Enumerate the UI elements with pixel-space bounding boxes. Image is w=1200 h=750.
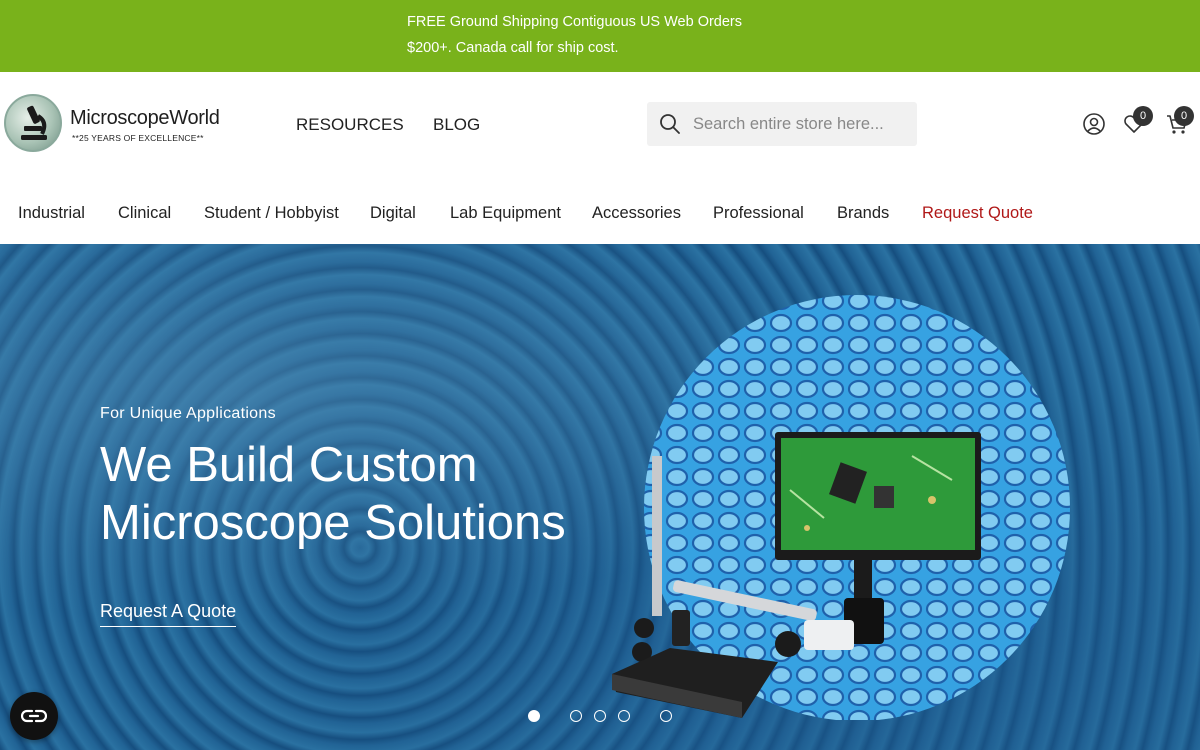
nav-link-resources[interactable]: RESOURCES	[296, 115, 404, 135]
announcement-line-1: FREE Ground Shipping Contiguous US Web O…	[407, 14, 743, 30]
carousel-dot-4[interactable]	[618, 710, 630, 722]
carousel-dot-2[interactable]	[570, 710, 582, 722]
carousel-dot-1[interactable]	[528, 710, 540, 722]
category-request-quote[interactable]: Request Quote	[922, 204, 1033, 223]
category-industrial[interactable]: Industrial	[18, 204, 85, 223]
user-icon[interactable]	[1082, 112, 1106, 136]
request-quote-button[interactable]: Request A Quote	[100, 601, 237, 627]
category-nav: Industrial Clinical Student / Hobbyist D…	[0, 174, 1200, 244]
nav-link-blog[interactable]: BLOG	[433, 115, 480, 135]
category-professional[interactable]: Professional	[713, 204, 804, 223]
announcement-line-2: $200+. Canada call for ship cost.	[407, 40, 619, 56]
category-brands[interactable]: Brands	[837, 204, 889, 223]
hero-title: We Build Custom Microscope Solutions	[100, 436, 620, 552]
logo-tagline: **25 YEARS OF EXCELLENCE**	[72, 133, 204, 143]
category-accessories[interactable]: Accessories	[592, 204, 681, 223]
logo[interactable]: MicroscopeWorld **25 YEARS OF EXCELLENCE…	[4, 94, 264, 154]
search-icon[interactable]	[659, 113, 681, 140]
hero-product-image	[612, 295, 1070, 720]
wishlist-count-badge: 0	[1133, 106, 1153, 126]
hero-banner: For Unique Applications We Build Custom …	[0, 244, 1200, 750]
site-header: MicroscopeWorld **25 YEARS OF EXCELLENCE…	[0, 72, 1200, 174]
carousel-dot-3[interactable]	[594, 710, 606, 722]
hero-title-line-1: We Build Custom	[100, 438, 478, 492]
category-lab-equipment[interactable]: Lab Equipment	[450, 204, 561, 223]
hero-title-line-2: Microscope Solutions	[100, 496, 566, 550]
search-input[interactable]	[693, 102, 911, 146]
category-clinical[interactable]: Clinical	[118, 204, 171, 223]
logo-name: MicroscopeWorld	[70, 107, 220, 129]
accessibility-button[interactable]	[10, 692, 58, 740]
carousel-dot-5[interactable]	[660, 710, 672, 722]
accessibility-icon	[21, 709, 47, 723]
hero-subtitle: For Unique Applications	[100, 405, 276, 422]
microscope-logo-icon	[4, 94, 62, 152]
cart-count-badge: 0	[1174, 106, 1194, 126]
category-digital[interactable]: Digital	[370, 204, 416, 223]
search-box	[647, 102, 917, 146]
announcement-bar: FREE Ground Shipping Contiguous US Web O…	[0, 0, 1200, 72]
carousel-dots	[0, 709, 1200, 723]
category-student-hobbyist[interactable]: Student / Hobbyist	[204, 204, 339, 223]
